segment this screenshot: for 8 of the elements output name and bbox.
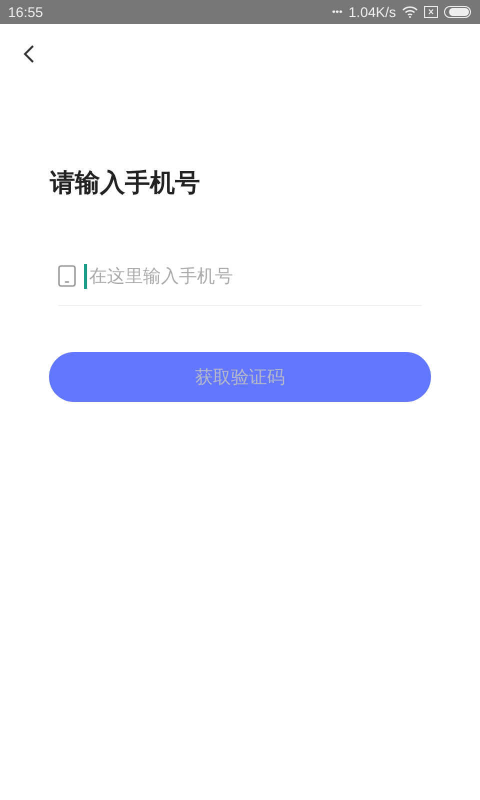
- battery-icon: [444, 6, 472, 18]
- network-speed: 1.04K/s: [348, 4, 396, 20]
- page-title: 请输入手机号: [50, 167, 201, 199]
- wifi-icon: [402, 6, 418, 18]
- status-dots: •••: [332, 6, 343, 18]
- phone-icon: [58, 265, 76, 287]
- sim-icon: [424, 6, 438, 18]
- status-time: 16:55: [8, 4, 44, 20]
